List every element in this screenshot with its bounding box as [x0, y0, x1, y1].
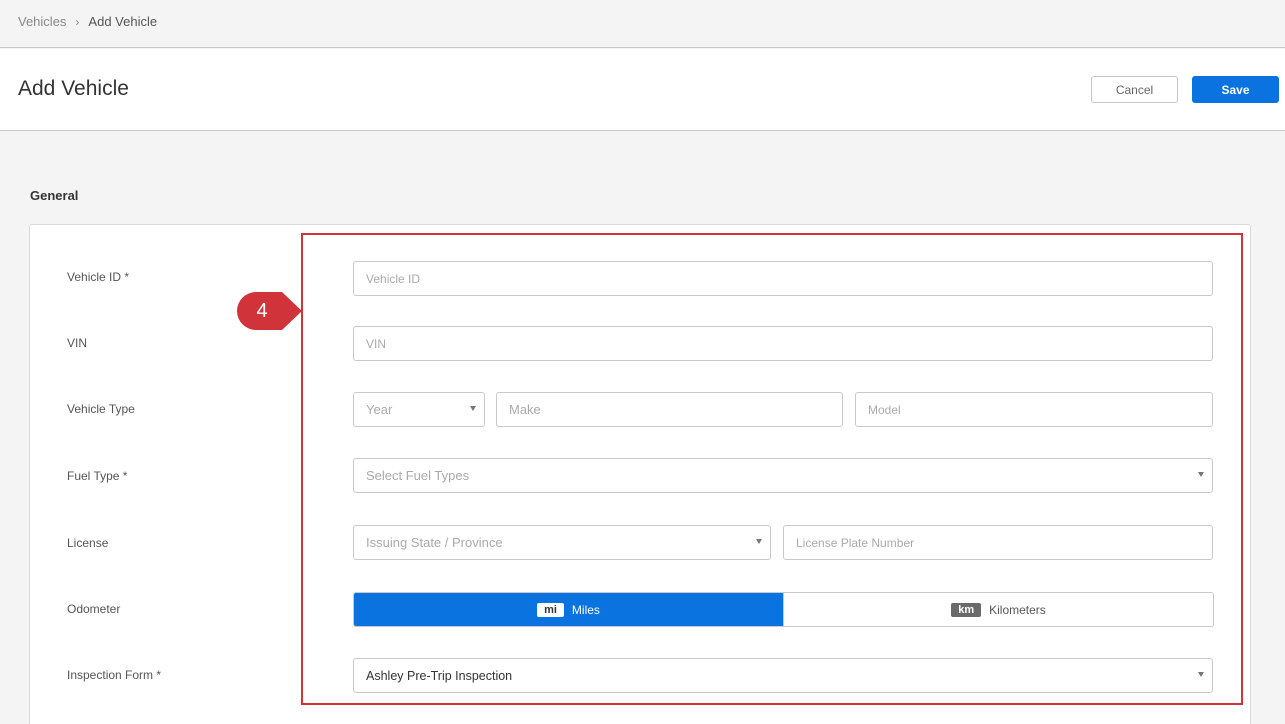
make-input[interactable]: Make: [496, 392, 843, 427]
odometer-unit-toggle: mi Miles km Kilometers: [353, 592, 1214, 627]
inspection-form-value: Ashley Pre-Trip Inspection: [366, 668, 513, 683]
step-number: 4: [256, 299, 268, 322]
vehicle-id-input[interactable]: Vehicle ID: [353, 261, 1213, 296]
breadcrumb-vehicles-link[interactable]: Vehicles: [18, 14, 66, 29]
caret-down-icon: [1198, 672, 1204, 677]
odometer-miles-option[interactable]: mi Miles: [354, 593, 783, 626]
odometer-kilometers-option[interactable]: km Kilometers: [783, 593, 1213, 626]
make-placeholder: Make: [509, 402, 541, 417]
license-plate-input[interactable]: License Plate Number: [783, 525, 1213, 560]
model-input[interactable]: Model: [855, 392, 1213, 427]
miles-label: Miles: [571, 602, 600, 617]
vin-placeholder: VIN: [366, 336, 387, 351]
vin-label: VIN: [67, 336, 88, 350]
section-title-general: General: [30, 188, 79, 203]
save-button[interactable]: Save: [1192, 76, 1279, 103]
year-select[interactable]: Year: [353, 392, 485, 427]
breadcrumb: Vehicles › Add Vehicle: [18, 14, 157, 29]
fuel-type-label: Fuel Type *: [67, 469, 128, 483]
caret-down-icon: [756, 539, 762, 544]
vehicle-id-placeholder: Vehicle ID: [366, 271, 421, 286]
year-placeholder: Year: [366, 402, 393, 417]
vehicle-type-label: Vehicle Type: [67, 402, 135, 416]
odometer-label: Odometer: [67, 602, 121, 616]
caret-down-icon: [470, 406, 476, 411]
kilometers-badge: km: [951, 602, 982, 617]
page-header: Add Vehicle Cancel Save: [0, 49, 1285, 131]
page-title: Add Vehicle: [18, 77, 129, 100]
vin-input[interactable]: VIN: [353, 326, 1213, 361]
inspection-form-select[interactable]: Ashley Pre-Trip Inspection: [353, 658, 1213, 693]
cancel-button[interactable]: Cancel: [1091, 76, 1178, 103]
step-marker: 4: [237, 292, 303, 330]
license-label: License: [67, 536, 109, 550]
kilometers-label: Kilometers: [989, 602, 1046, 617]
model-placeholder: Model: [868, 402, 901, 417]
fuel-type-placeholder: Select Fuel Types: [366, 468, 470, 483]
issuing-state-select[interactable]: Issuing State / Province: [353, 525, 771, 560]
issuing-state-placeholder: Issuing State / Province: [366, 535, 503, 550]
caret-down-icon: [1198, 472, 1204, 477]
inspection-form-label: Inspection Form *: [67, 668, 162, 682]
breadcrumb-bar: Vehicles › Add Vehicle: [0, 0, 1285, 48]
fuel-type-select[interactable]: Select Fuel Types: [353, 458, 1213, 493]
miles-badge: mi: [537, 602, 564, 617]
breadcrumb-current: Add Vehicle: [88, 14, 158, 29]
chevron-right-icon: ›: [75, 14, 80, 29]
license-plate-placeholder: License Plate Number: [796, 535, 915, 550]
vehicle-id-label: Vehicle ID *: [67, 270, 130, 284]
